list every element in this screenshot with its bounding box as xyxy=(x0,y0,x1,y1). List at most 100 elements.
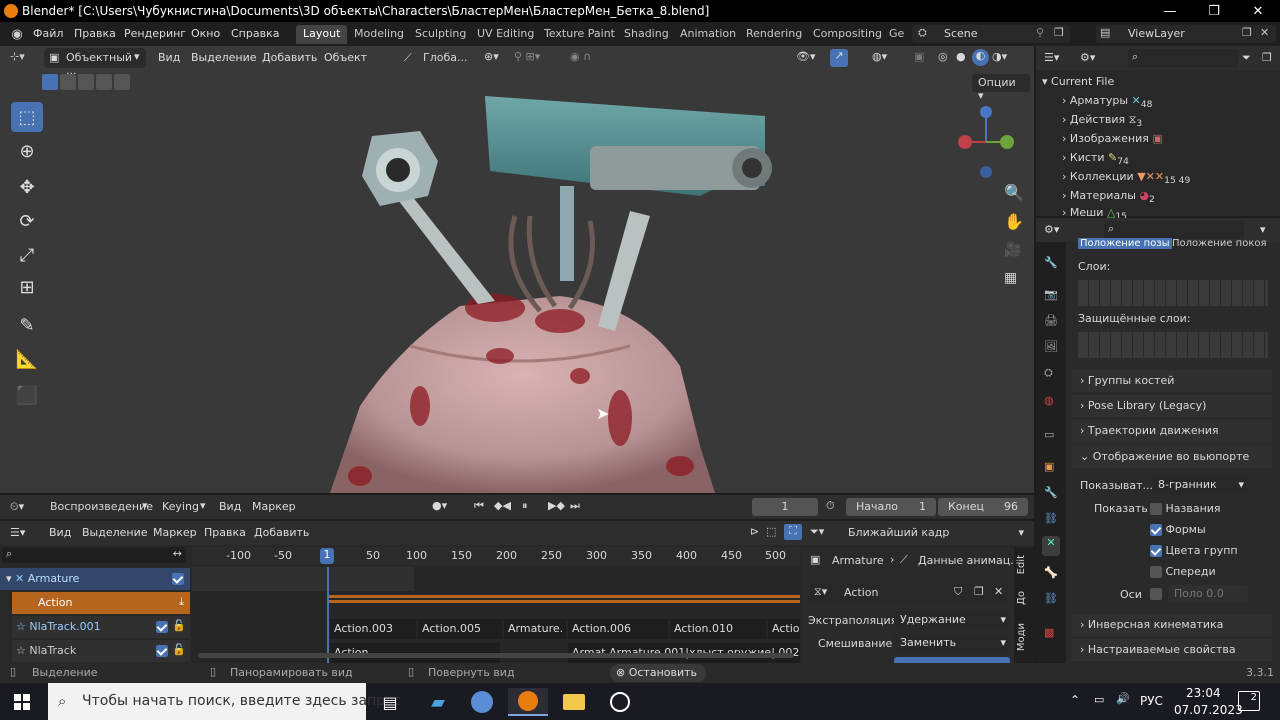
outliner-item-brushes[interactable]: › Кисти ✎74 xyxy=(1062,151,1129,167)
obs-icon[interactable] xyxy=(600,688,640,716)
bone-constraint-tab-icon[interactable]: ⛓ xyxy=(1044,592,1058,605)
axes-checkbox[interactable] xyxy=(1150,588,1162,600)
tab-sculpting[interactable]: Sculpting xyxy=(408,25,473,44)
check-in-front[interactable]: Спереди xyxy=(1150,565,1216,578)
nla-menu-view[interactable]: Вид xyxy=(49,526,71,539)
tab-ge[interactable]: Ge xyxy=(882,25,911,44)
wireframe-shading-icon[interactable]: ◎ xyxy=(938,50,948,63)
check-names[interactable]: Названия xyxy=(1150,502,1221,515)
jump-key-forward-icon[interactable]: ▶◆ xyxy=(548,499,565,512)
view-layer-field[interactable]: ▤ ViewLayer ❐ ✕ xyxy=(1096,25,1276,43)
tool-tab-icon[interactable]: 🔧 xyxy=(1044,256,1058,269)
track-armature[interactable]: ▾ ✕ Armature xyxy=(0,568,190,590)
clock-time[interactable]: 23:04 xyxy=(1186,686,1221,700)
3d-viewport[interactable]: ⊹▾ ▣ Объектный ... ▾ Вид Выделение Добав… xyxy=(0,46,1034,493)
menu-render[interactable]: Рендеринг xyxy=(124,27,186,40)
section-custom-properties[interactable]: › Настраиваемые свойства xyxy=(1072,639,1272,661)
include-missing-icon[interactable]: ⛶ xyxy=(784,524,802,540)
tab-shading[interactable]: Shading xyxy=(617,25,676,44)
editor-type-icon[interactable]: ⊹▾ xyxy=(10,50,25,63)
jump-end-icon[interactable]: ⏭ xyxy=(570,499,580,513)
taskbar-search[interactable]: ⌕ Чтобы начать поиск, введите здесь запр… xyxy=(48,683,401,720)
bone-tab-icon[interactable]: 🦴 xyxy=(1044,566,1058,579)
names-checkbox[interactable] xyxy=(1150,503,1162,515)
action-browse-icon[interactable]: ⧖▾ xyxy=(814,585,827,599)
gizmo-icon[interactable]: ↗ xyxy=(830,49,848,67)
menu-window[interactable]: Окно xyxy=(191,27,220,40)
outliner-search[interactable]: ⌕ xyxy=(1128,49,1238,67)
timeline-menu-marker[interactable]: Маркер xyxy=(252,500,296,513)
rest-position-button[interactable]: Положение покоя xyxy=(1172,238,1267,249)
nla-editor-icon[interactable]: ☰▾ xyxy=(10,526,25,539)
duplicate-action-icon[interactable]: ❐ xyxy=(974,585,984,598)
clock-date[interactable]: 07.07.2023 xyxy=(1174,703,1243,717)
protected-layers-grid[interactable] xyxy=(1078,332,1268,358)
unlink-action-icon[interactable]: ✕ xyxy=(994,585,1003,598)
new-collection-icon[interactable]: ❐ xyxy=(1262,51,1272,64)
nla-strip[interactable]: Action.003 xyxy=(330,619,416,639)
modifier-tab-icon[interactable]: 🔧 xyxy=(1044,486,1058,499)
camera-icon[interactable]: 🎥 xyxy=(1004,242,1021,258)
nla-menu-edit[interactable]: Правка xyxy=(204,526,246,539)
outliner-item-images[interactable]: › Изображения ▣ xyxy=(1062,132,1163,145)
nla-strip[interactable]: Action.005 xyxy=(418,619,502,639)
check-shapes[interactable]: Формы xyxy=(1150,523,1206,536)
outliner-editor-icon[interactable]: ☰▾ xyxy=(1044,51,1059,64)
yandex-browser-icon[interactable] xyxy=(462,688,502,716)
chevron-down-icon[interactable]: ▾ xyxy=(1260,223,1266,236)
tray-chevron-icon[interactable]: ⌃ xyxy=(1070,693,1080,707)
section-viewport-display[interactable]: ⌄ Отображение во вьюпорте xyxy=(1072,446,1272,468)
solo-star-icon[interactable]: ☆ xyxy=(16,644,26,657)
snap-icon[interactable]: ⚲ ⊞▾ xyxy=(514,50,540,63)
nla-search[interactable]: ⌕ ↔ xyxy=(2,547,186,563)
menu-help[interactable]: Справка xyxy=(231,27,279,40)
start-frame-field[interactable]: Начало 1 xyxy=(846,498,936,516)
mode-dropdown[interactable]: ▣ Объектный ... ▾ xyxy=(44,48,146,77)
constraint-tab-icon[interactable]: ⛓ xyxy=(1044,512,1058,525)
check-group-colors[interactable]: Цвета групп xyxy=(1150,544,1238,557)
nla-strip[interactable]: Action.010 xyxy=(670,619,766,639)
section-pose-library[interactable]: › Pose Library (Legacy) xyxy=(1072,395,1272,417)
tab-layout[interactable]: Layout xyxy=(296,25,348,44)
tab-edited-action[interactable]: Edit xyxy=(1016,555,1027,574)
show-hidden-icon[interactable]: ⬚ xyxy=(766,525,776,538)
app-icon-blue[interactable]: ▰ xyxy=(418,688,458,716)
rendered-shading-icon[interactable]: ◑▾ xyxy=(992,50,1007,63)
transform-tool[interactable]: ⊞ xyxy=(11,272,43,302)
texture-tab-icon[interactable]: ▩ xyxy=(1044,626,1054,639)
object-tab-icon[interactable]: ▣ xyxy=(1044,460,1054,473)
xray-icon[interactable]: ▣ xyxy=(914,50,924,63)
proportional-edit-icon[interactable]: ◉ ∩ xyxy=(570,50,591,63)
move-tool[interactable]: ✥ xyxy=(11,172,43,202)
tab-texture-paint[interactable]: Texture Paint xyxy=(537,25,622,44)
fake-user-icon[interactable]: ⛉ xyxy=(954,585,962,599)
viewport-menu-object[interactable]: Объект xyxy=(324,51,367,64)
pin-icon[interactable]: ⚲ xyxy=(1036,26,1044,39)
battery-icon[interactable]: ▭ xyxy=(1094,693,1104,706)
visibility-icon[interactable]: 👁▾ xyxy=(796,50,816,63)
add-cube-tool[interactable]: ⬛ xyxy=(11,380,43,410)
section-inverse-kinematics[interactable]: › Инверсная кинематика xyxy=(1072,614,1272,636)
nla-strip[interactable]: Actio xyxy=(768,619,800,639)
perspective-grid-icon[interactable]: ▦ xyxy=(1004,270,1017,286)
track-checkbox[interactable] xyxy=(172,573,184,585)
keying-dropdown[interactable]: Keying ▾ xyxy=(158,497,210,517)
nla-strip[interactable]: Action.006 xyxy=(568,619,668,639)
track-nlatrack-001[interactable]: ☆ NlaTrack.001 🔓 xyxy=(12,616,190,638)
restore-button[interactable]: ❐ xyxy=(1192,0,1236,22)
in-front-checkbox[interactable] xyxy=(1150,566,1162,578)
outliner-item-armatures[interactable]: › Арматуры ✕48 xyxy=(1062,94,1152,110)
nla-menu-select[interactable]: Выделение xyxy=(82,526,148,539)
remove-view-layer-icon[interactable]: ✕ xyxy=(1260,26,1269,39)
select-box-tool[interactable]: ⬚ xyxy=(11,102,43,132)
snap-dropdown[interactable]: Ближайший кадр ▾ xyxy=(842,524,1030,542)
nla-strip-area[interactable]: Action.003 Action.005 Armature. Action.0… xyxy=(192,567,800,663)
annotate-tool[interactable]: ✎ xyxy=(11,310,43,340)
scale-tool[interactable]: ⤢ xyxy=(11,240,43,270)
tab-modeling[interactable]: Modeling xyxy=(347,25,411,44)
solid-shading-icon[interactable]: ● xyxy=(956,50,966,63)
tab-rendering[interactable]: Rendering xyxy=(739,25,809,44)
pivot-icon[interactable]: ⊛▾ xyxy=(484,50,499,63)
render-tab-icon[interactable]: 📷 xyxy=(1044,288,1058,301)
tab-modifiers[interactable]: Моди xyxy=(1016,623,1027,651)
